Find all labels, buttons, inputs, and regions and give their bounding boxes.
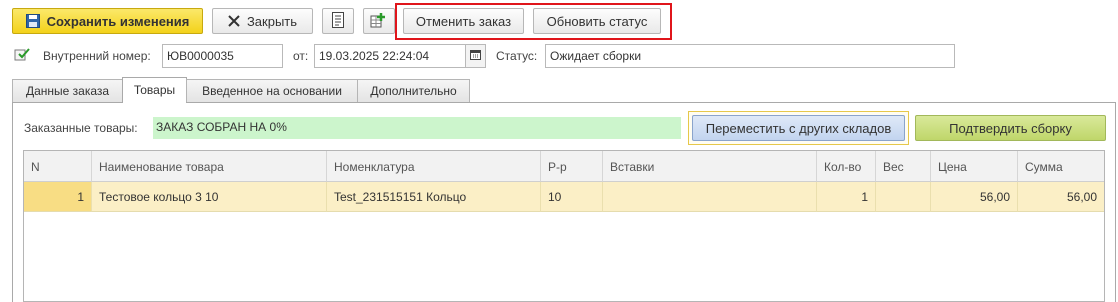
status-field[interactable]: Ожидает сборки bbox=[545, 44, 955, 68]
close-button[interactable]: Закрыть bbox=[212, 8, 313, 34]
tab-order-data[interactable]: Данные заказа bbox=[12, 79, 123, 103]
ordered-goods-label: Заказанные товары: bbox=[24, 121, 138, 135]
calendar-button[interactable] bbox=[465, 44, 486, 68]
close-label: Закрыть bbox=[246, 13, 298, 29]
goods-table[interactable]: N Наименование товара Номенклатура Р-р В… bbox=[23, 150, 1105, 302]
column-header-name[interactable]: Наименование товара bbox=[92, 151, 327, 182]
update-status-button[interactable]: Обновить статус bbox=[533, 8, 661, 34]
calendar-icon bbox=[470, 49, 481, 63]
date-field[interactable]: 19.03.2025 22:24:04 bbox=[314, 44, 466, 68]
floppy-disk-icon bbox=[25, 14, 40, 28]
column-header-qty[interactable]: Кол-во bbox=[817, 151, 876, 182]
update-status-label: Обновить статус bbox=[546, 13, 648, 29]
add-table-button[interactable] bbox=[363, 8, 395, 34]
tab-based-on[interactable]: Введенное на основании bbox=[186, 79, 358, 103]
document-check-icon bbox=[14, 47, 30, 64]
internal-number-field[interactable]: ЮВ0000035 bbox=[162, 44, 283, 68]
confirm-assembly-button[interactable]: Подтвердить сборку bbox=[915, 115, 1106, 141]
internal-number-label: Внутренний номер: bbox=[43, 49, 151, 63]
cancel-order-button[interactable]: Отменить заказ bbox=[403, 8, 524, 34]
tab-additional[interactable]: Дополнительно bbox=[357, 79, 470, 103]
close-icon bbox=[228, 15, 240, 27]
column-header-inserts[interactable]: Вставки bbox=[603, 151, 817, 182]
save-changes-label: Сохранить изменения bbox=[46, 13, 190, 29]
column-header-nomenclature[interactable]: Номенклатура bbox=[327, 151, 541, 182]
table-cell-nomenclature[interactable]: Test_231515151 Кольцо bbox=[327, 182, 541, 212]
table-cell-n[interactable]: 1 bbox=[24, 182, 92, 212]
table-add-icon bbox=[370, 12, 388, 31]
table-cell-qty[interactable]: 1 bbox=[817, 182, 876, 212]
move-from-warehouses-button[interactable]: Переместить с других складов bbox=[692, 115, 905, 141]
table-cell-sum[interactable]: 56,00 bbox=[1018, 182, 1104, 212]
column-header-sum[interactable]: Сумма bbox=[1018, 151, 1104, 182]
date-label: от: bbox=[293, 49, 309, 63]
assembly-progress-bar: ЗАКАЗ СОБРАН НА 0% bbox=[153, 117, 681, 139]
column-header-weight[interactable]: Вес bbox=[876, 151, 931, 182]
tab-goods[interactable]: Товары bbox=[122, 77, 187, 103]
table-cell-size[interactable]: 10 bbox=[541, 182, 603, 212]
column-header-n[interactable]: N bbox=[24, 151, 92, 182]
table-cell-weight[interactable] bbox=[876, 182, 931, 212]
column-header-price[interactable]: Цена bbox=[931, 151, 1018, 182]
status-label: Статус: bbox=[496, 49, 538, 63]
cancel-order-label: Отменить заказ bbox=[415, 13, 512, 29]
report-icon bbox=[331, 11, 345, 31]
column-header-size[interactable]: Р-р bbox=[541, 151, 603, 182]
report-button[interactable] bbox=[322, 8, 354, 34]
table-cell-price[interactable]: 56,00 bbox=[931, 182, 1018, 212]
save-changes-button[interactable]: Сохранить изменения bbox=[12, 8, 203, 34]
table-cell-inserts[interactable] bbox=[603, 182, 817, 212]
table-cell-name[interactable]: Тестовое кольцо 3 10 bbox=[92, 182, 327, 212]
